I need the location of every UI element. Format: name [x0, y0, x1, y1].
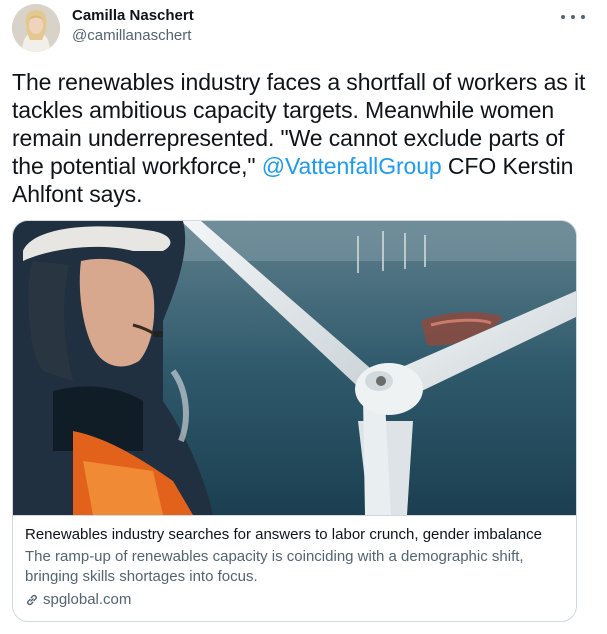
card-description: The ramp-up of renewables capacity is co…	[25, 548, 524, 585]
mention-link[interactable]: @VattenfallGroup	[262, 153, 442, 179]
avatar[interactable]	[12, 4, 60, 52]
tweet-text: The renewables industry faces a shortfal…	[12, 68, 592, 208]
author-display-name[interactable]: Camilla Naschert	[72, 6, 194, 26]
link-card[interactable]: Renewables industry searches for answers…	[12, 220, 577, 622]
more-horizontal-icon	[561, 15, 565, 19]
more-dot	[571, 15, 575, 19]
card-body: Renewables industry searches for answers…	[13, 515, 576, 621]
more-options-button[interactable]	[561, 10, 585, 24]
card-title[interactable]: Renewables industry searches for answers…	[25, 525, 564, 545]
author-block: Camilla Naschert @camillanaschert	[72, 6, 194, 46]
tweet[interactable]: Camilla Naschert @camillanaschert The re…	[0, 0, 607, 634]
card-domain-label: spglobal.com	[43, 591, 132, 608]
author-handle[interactable]: @camillanaschert	[72, 26, 194, 46]
card-domain[interactable]: spglobal.com	[25, 590, 564, 610]
link-icon	[25, 593, 39, 607]
more-dot	[581, 15, 585, 19]
card-image[interactable]	[13, 221, 576, 515]
